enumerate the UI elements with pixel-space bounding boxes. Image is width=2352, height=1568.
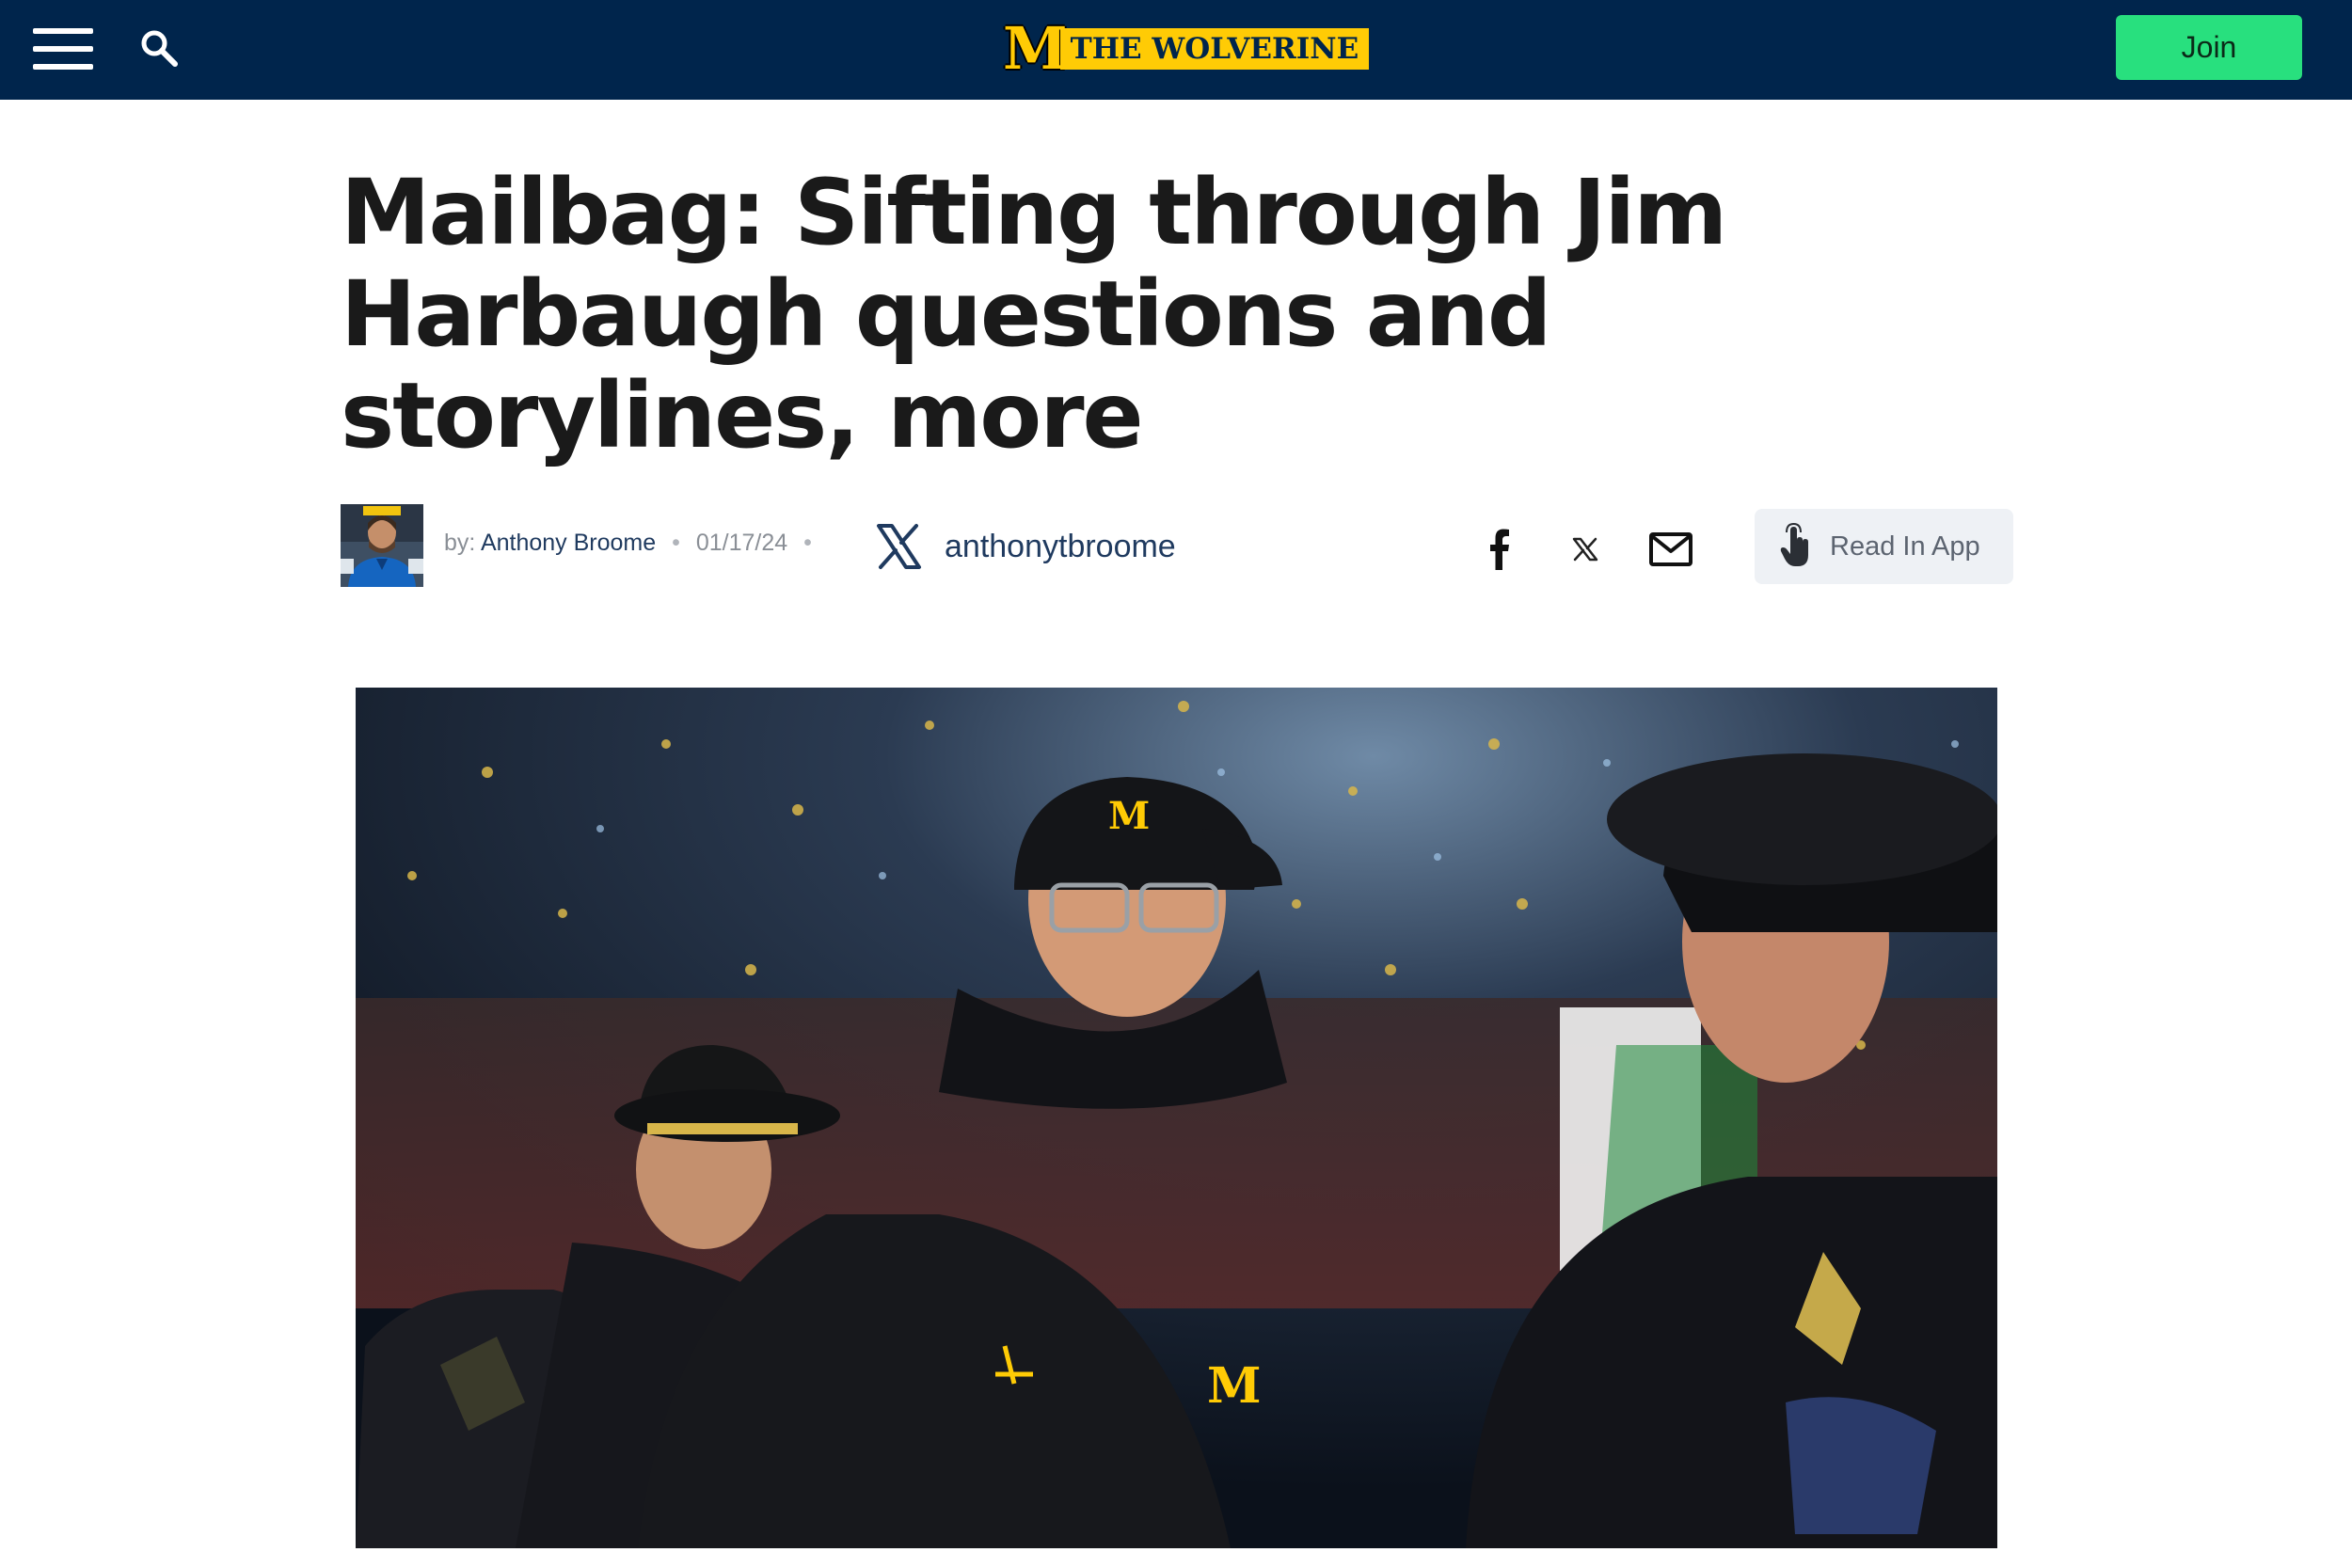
search-icon bbox=[141, 30, 178, 67]
hamburger-menu-button[interactable] bbox=[33, 28, 93, 70]
separator-dot: • bbox=[672, 530, 680, 556]
x-icon bbox=[1572, 537, 1598, 562]
article-headline: Mailbag: Sifting through Jim Harbaugh qu… bbox=[341, 160, 1727, 468]
top-navigation-bar: M THE WOLVERINE Join bbox=[0, 0, 2352, 100]
share-x-button[interactable] bbox=[1563, 527, 1608, 572]
join-button[interactable]: Join bbox=[2116, 15, 2302, 80]
byline-prefix: by: bbox=[444, 530, 476, 556]
share-email-button[interactable] bbox=[1648, 527, 1693, 572]
logo-wordmark: THE WOLVERINE bbox=[1059, 28, 1370, 70]
author-name-link[interactable]: Anthony Broome bbox=[481, 530, 656, 556]
email-icon bbox=[1649, 532, 1692, 566]
byline-meta: by: Anthony Broome • 01/17/24 • bbox=[444, 530, 821, 557]
article-hero-image: M M bbox=[356, 688, 1997, 1548]
tap-hand-icon bbox=[1780, 523, 1808, 566]
svg-text:M: M bbox=[1207, 1357, 1262, 1415]
menu-line bbox=[33, 46, 93, 52]
block-m-logo-mark: M bbox=[1003, 14, 1068, 83]
search-button[interactable] bbox=[139, 28, 179, 68]
publish-date: 01/17/24 bbox=[695, 530, 788, 556]
author-x-handle: anthonytbroome bbox=[945, 528, 1176, 564]
author-x-profile-link[interactable]: anthonytbroome bbox=[875, 521, 1176, 572]
read-in-app-label: Read In App bbox=[1830, 531, 1980, 562]
read-in-app-button[interactable]: Read In App bbox=[1755, 509, 2013, 584]
svg-text:M: M bbox=[1108, 794, 1150, 838]
facebook-icon bbox=[1490, 529, 1509, 570]
share-facebook-button[interactable] bbox=[1477, 527, 1522, 572]
menu-line bbox=[33, 64, 93, 70]
article-byline: by: Anthony Broome • 01/17/24 • anthonyt… bbox=[341, 504, 2015, 589]
menu-line bbox=[33, 28, 93, 34]
author-avatar[interactable] bbox=[341, 504, 423, 587]
site-logo[interactable]: M THE WOLVERINE bbox=[1003, 14, 1370, 83]
separator-dot: • bbox=[803, 530, 812, 556]
x-logo-icon bbox=[877, 524, 921, 569]
